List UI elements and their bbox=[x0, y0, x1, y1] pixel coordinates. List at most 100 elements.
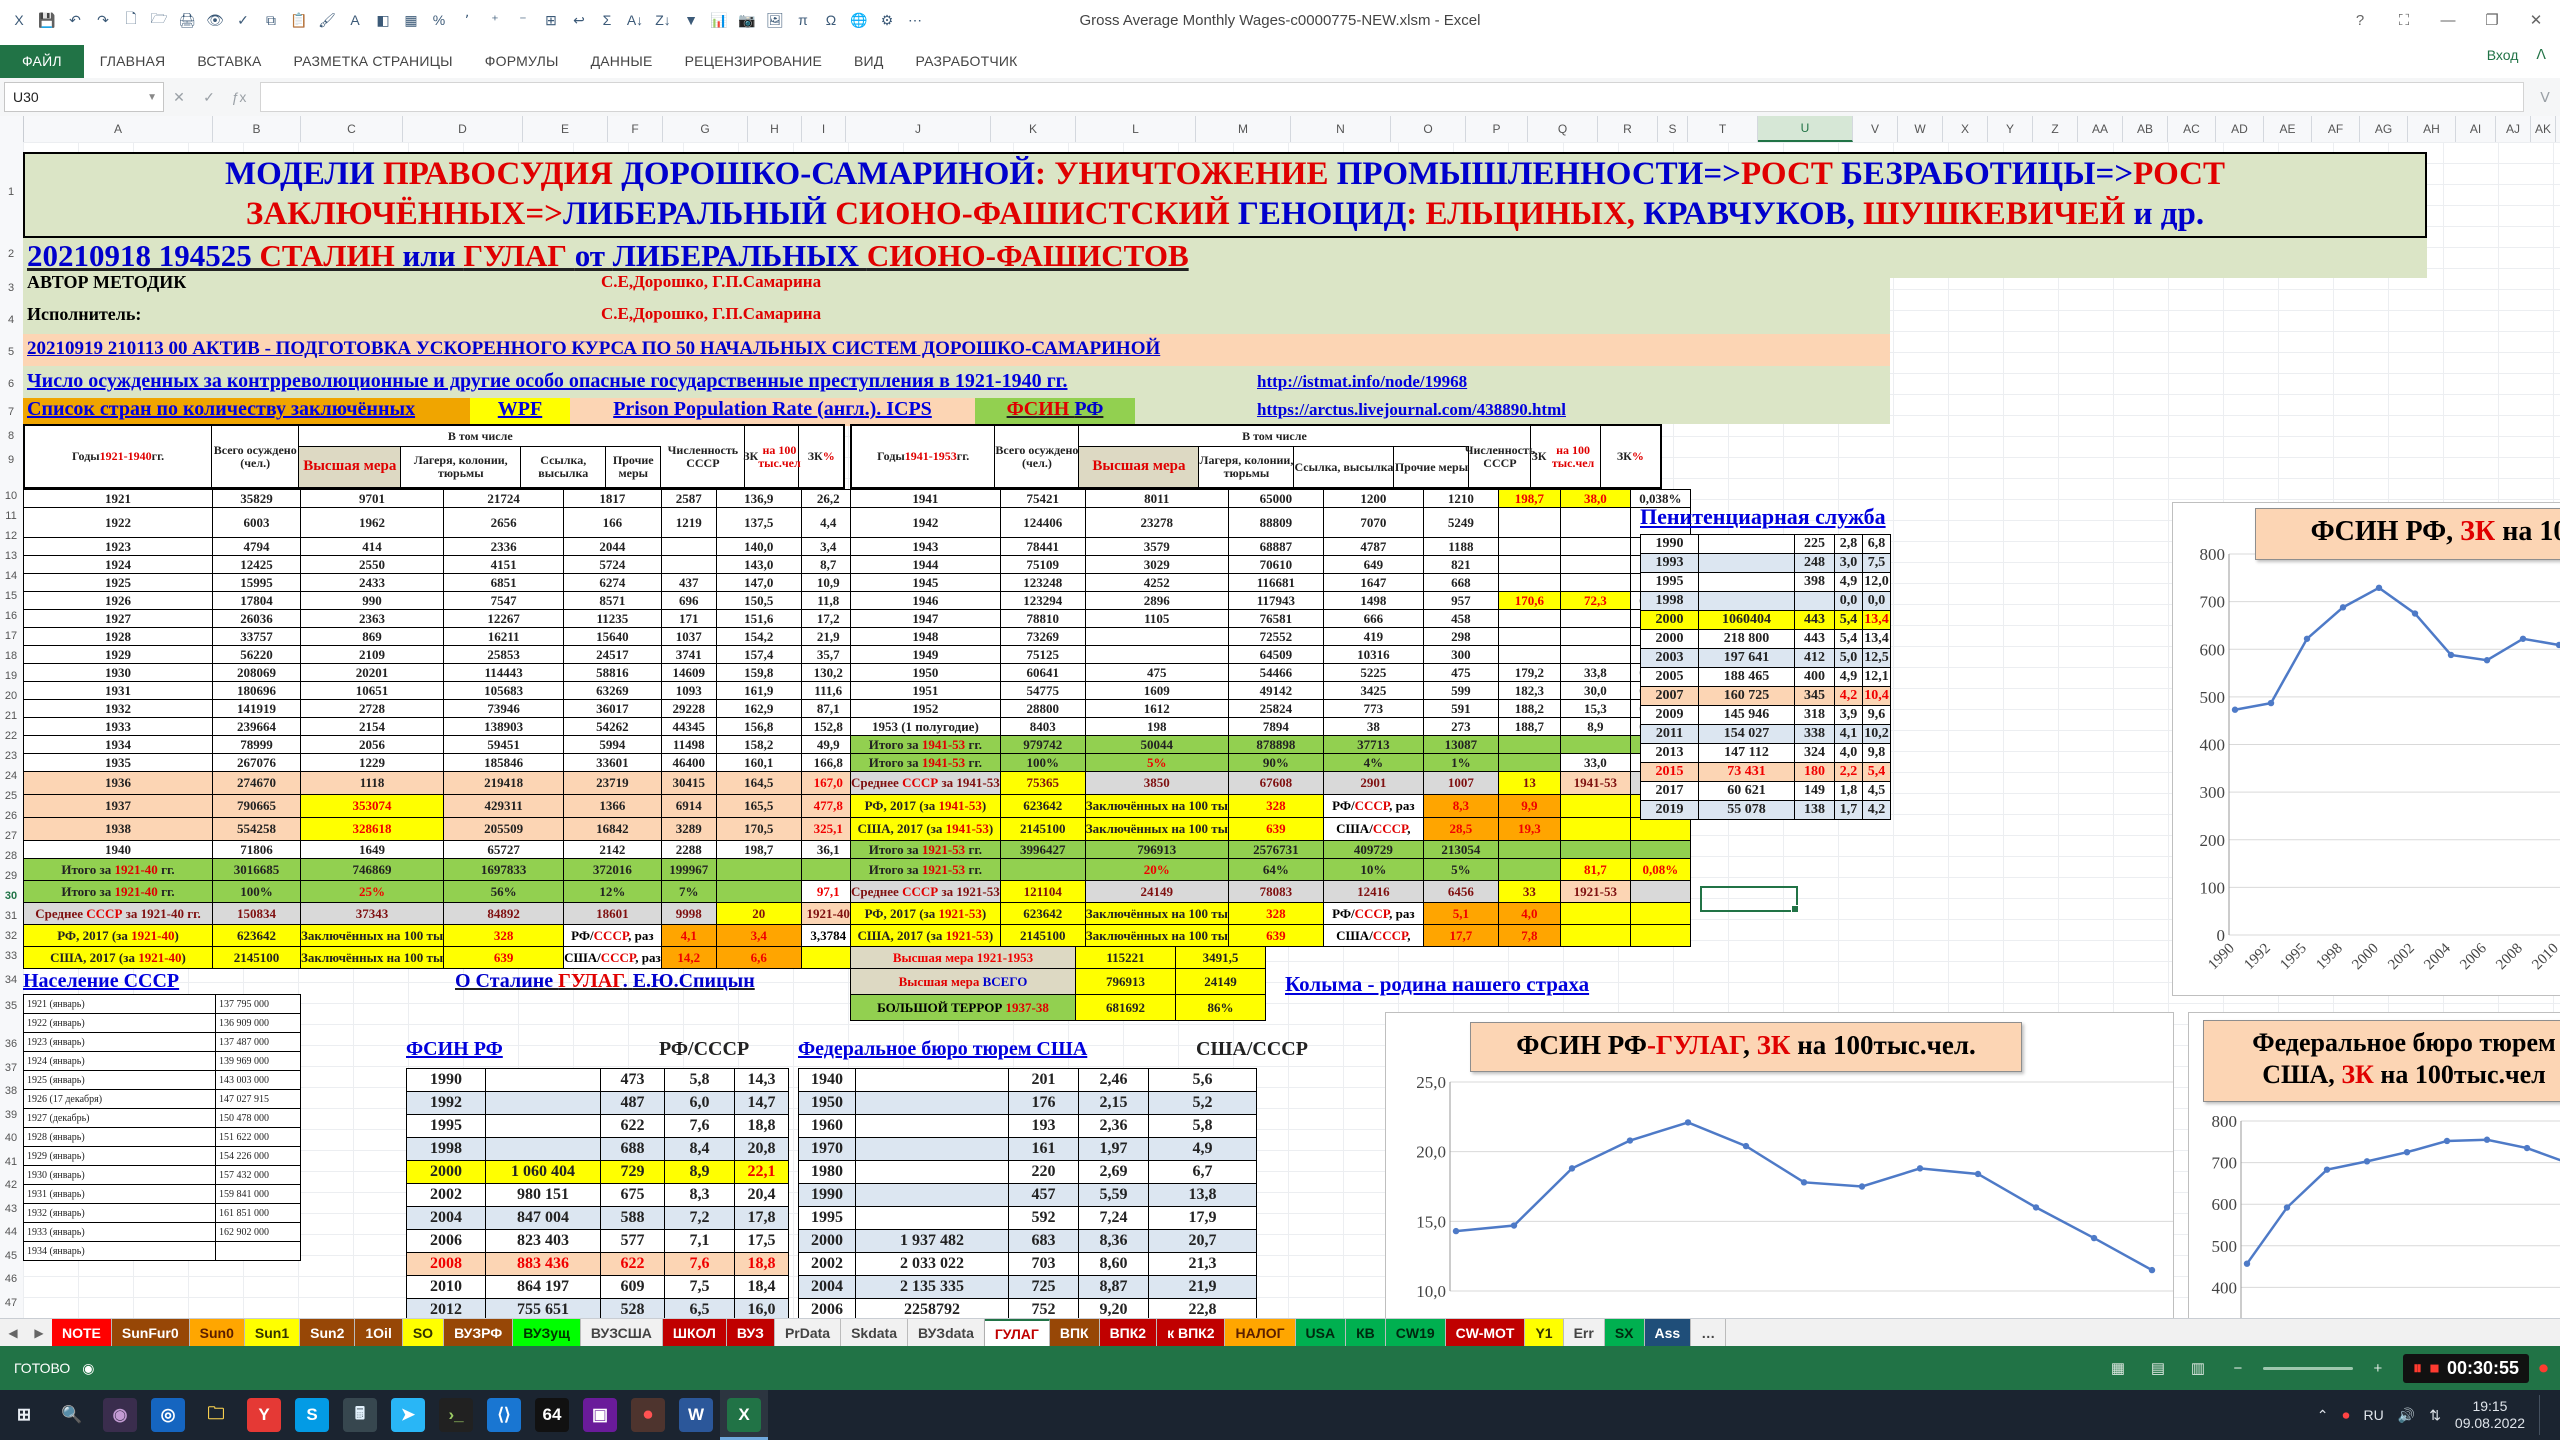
cell[interactable]: 372016 bbox=[564, 859, 662, 881]
cell[interactable]: 1970 bbox=[799, 1138, 856, 1161]
omega-icon[interactable]: Ω bbox=[818, 7, 844, 33]
cell[interactable]: 160 725 bbox=[1699, 687, 1795, 706]
row-header-30[interactable]: 30 bbox=[0, 890, 22, 902]
cell[interactable] bbox=[1498, 841, 1560, 859]
cell[interactable]: 666 bbox=[1323, 610, 1423, 628]
ukraine-title-link[interactable]: Пенитенциарная служба Украины bbox=[1640, 504, 1970, 532]
cell[interactable]: 324 bbox=[1795, 744, 1835, 763]
percent-style-icon[interactable]: % bbox=[426, 7, 452, 33]
cell[interactable]: 623642 bbox=[1000, 903, 1085, 925]
cell[interactable]: 70610 bbox=[1228, 556, 1323, 574]
cell[interactable]: 78810 bbox=[1000, 610, 1085, 628]
cell[interactable] bbox=[1560, 508, 1630, 538]
cell[interactable]: 56% bbox=[444, 881, 564, 903]
cell[interactable]: 25% bbox=[301, 881, 444, 903]
cell[interactable]: 130,2 bbox=[801, 664, 855, 682]
column-header-T[interactable]: T bbox=[1688, 116, 1758, 142]
cell[interactable]: 443 bbox=[1795, 611, 1835, 630]
cell[interactable]: 58816 bbox=[564, 664, 662, 682]
cell[interactable]: 409729 bbox=[1323, 841, 1423, 859]
cell[interactable]: 1928 bbox=[24, 628, 213, 646]
cell[interactable]: 20% bbox=[1085, 859, 1228, 881]
cell[interactable] bbox=[1498, 508, 1560, 538]
cell[interactable]: 140,0 bbox=[716, 538, 801, 556]
cell[interactable]: 150,5 bbox=[716, 592, 801, 610]
sheet-tab-SX[interactable]: SX bbox=[1605, 1319, 1645, 1347]
cell[interactable]: 3016685 bbox=[213, 859, 301, 881]
cell[interactable]: 2044 bbox=[564, 538, 662, 556]
cell[interactable]: 3579 bbox=[1085, 538, 1228, 556]
cell[interactable]: Заключённых на 100 ты bbox=[1085, 903, 1228, 925]
cell[interactable]: 166 bbox=[564, 508, 662, 538]
cell[interactable]: 59451 bbox=[444, 736, 564, 754]
cell[interactable]: 1609 bbox=[1085, 682, 1228, 700]
row-header-15[interactable]: 15 bbox=[0, 590, 22, 602]
help-button[interactable]: ? bbox=[2340, 4, 2380, 36]
row-header-3[interactable]: 3 bbox=[0, 282, 22, 294]
cell[interactable]: 121104 bbox=[1000, 881, 1085, 903]
cell[interactable]: 5,2 bbox=[1149, 1092, 1257, 1115]
cell[interactable] bbox=[856, 1115, 1009, 1138]
column-header-AH[interactable]: AH bbox=[2408, 116, 2456, 142]
cell[interactable]: 2008 bbox=[407, 1253, 486, 1276]
cell[interactable]: США, 2017 (за 1941-53) bbox=[851, 818, 1001, 841]
cell[interactable]: 412 bbox=[1795, 649, 1835, 668]
cell[interactable]: 9998 bbox=[661, 903, 716, 925]
cell[interactable]: 147 112 bbox=[1699, 744, 1795, 763]
cell[interactable]: 457 bbox=[1009, 1184, 1079, 1207]
cell[interactable]: 2005 bbox=[1641, 668, 1699, 687]
row-header-20[interactable]: 20 bbox=[0, 690, 22, 702]
cell[interactable]: РФ, 2017 (за 1941-53) bbox=[851, 795, 1001, 818]
cell[interactable]: 1929 bbox=[24, 646, 213, 664]
cell[interactable]: 37713 bbox=[1323, 736, 1423, 754]
cell[interactable]: 111,6 bbox=[801, 682, 855, 700]
cell[interactable]: 35829 bbox=[213, 490, 301, 508]
cell[interactable]: 487 bbox=[601, 1092, 665, 1115]
column-header-J[interactable]: J bbox=[846, 116, 991, 142]
cell[interactable]: 13087 bbox=[1423, 736, 1498, 754]
search-icon[interactable]: 🔍 bbox=[48, 1390, 96, 1440]
borders-icon[interactable]: ▦ bbox=[398, 7, 424, 33]
cell[interactable]: 20,4 bbox=[735, 1184, 789, 1207]
sheet-tab-CW19[interactable]: CW19 bbox=[1386, 1319, 1446, 1347]
cell[interactable] bbox=[1560, 610, 1630, 628]
sheet-tab-…[interactable]: … bbox=[1691, 1319, 1726, 1347]
cell[interactable]: 25824 bbox=[1228, 700, 1323, 718]
sheet-tab-NOTE[interactable]: NOTE bbox=[52, 1319, 112, 1347]
cell[interactable]: 274670 bbox=[213, 772, 301, 795]
cell[interactable]: 2002 bbox=[799, 1253, 856, 1276]
cell[interactable]: 88809 bbox=[1228, 508, 1323, 538]
row-header-12[interactable]: 12 bbox=[0, 530, 22, 542]
cell[interactable]: РФ, 2017 (за 1921-53) bbox=[851, 903, 1001, 925]
cell[interactable]: 3029 bbox=[1085, 556, 1228, 574]
cell[interactable]: Итого за 1941-53 гг. bbox=[851, 736, 1001, 754]
column-header-E[interactable]: E bbox=[523, 116, 608, 142]
cell[interactable]: 141919 bbox=[213, 700, 301, 718]
cell[interactable]: 50044 bbox=[1085, 736, 1228, 754]
cell[interactable]: 10316 bbox=[1323, 646, 1423, 664]
cell[interactable]: 0,0 bbox=[1835, 592, 1863, 611]
cell[interactable]: 328 bbox=[1228, 795, 1323, 818]
browser-blue-icon[interactable]: ◎ bbox=[144, 1390, 192, 1440]
cell[interactable]: 7,8 bbox=[1498, 925, 1560, 947]
column-header-G[interactable]: G bbox=[663, 116, 748, 142]
cell[interactable]: 30415 bbox=[661, 772, 716, 795]
cell[interactable]: 577 bbox=[601, 1230, 665, 1253]
cell[interactable]: 20,7 bbox=[1149, 1230, 1257, 1253]
cell[interactable]: 37343 bbox=[301, 903, 444, 925]
cell[interactable]: 36017 bbox=[564, 700, 662, 718]
cell[interactable]: 4,1 bbox=[661, 925, 716, 947]
cell[interactable] bbox=[1085, 628, 1228, 646]
cell[interactable]: 11498 bbox=[661, 736, 716, 754]
cell[interactable]: Высшая мера 1921-1953 bbox=[851, 947, 1076, 969]
cell[interactable]: 105683 bbox=[444, 682, 564, 700]
chart-usa-bureau-title[interactable]: Федеральное бюро тюремСША, ЗК на 100тыс.… bbox=[2203, 1020, 2560, 1102]
cell[interactable]: 10651 bbox=[301, 682, 444, 700]
wpf-link[interactable]: WPF bbox=[470, 398, 570, 426]
cell[interactable]: 0,0 bbox=[1863, 592, 1891, 611]
cell[interactable]: 1926 (17 декабря) bbox=[24, 1090, 216, 1109]
cell[interactable]: 4,2 bbox=[1835, 687, 1863, 706]
row-header-24[interactable]: 24 bbox=[0, 770, 22, 782]
subject-link[interactable]: Число осужденных за контрреволюционные и… bbox=[27, 370, 1247, 398]
cell[interactable]: 328 bbox=[444, 925, 564, 947]
